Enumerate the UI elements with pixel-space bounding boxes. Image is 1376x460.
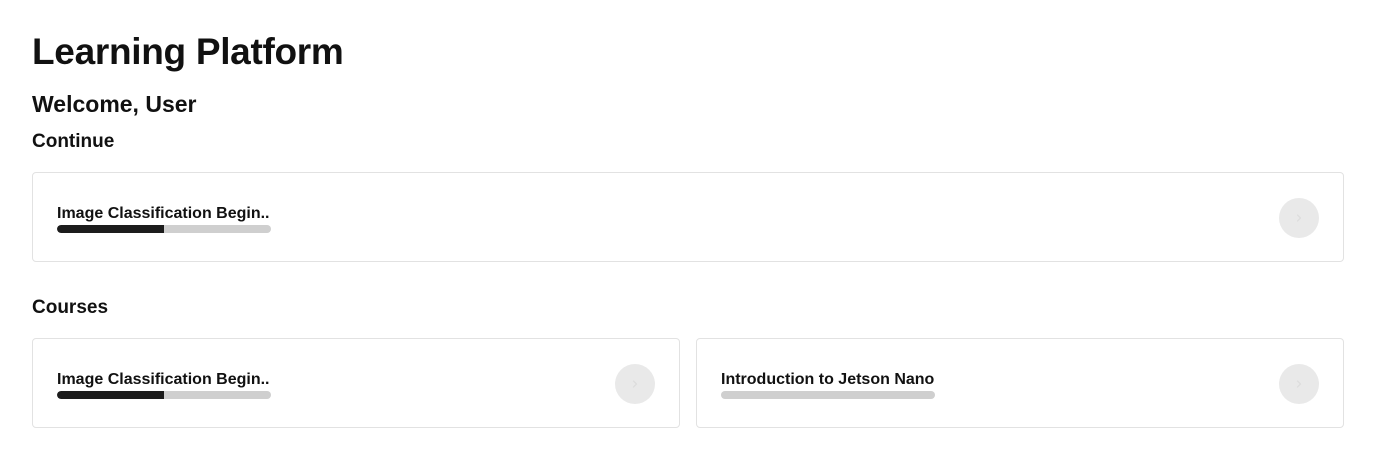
open-course-button[interactable] [615,364,655,404]
app-title: Learning Platform [32,31,344,72]
welcome-heading: Welcome, User [32,91,197,117]
courses-section-title: Courses [32,297,109,318]
course-title: Image Classification Begin.. [57,205,270,222]
course-card[interactable]: Introduction to Jetson Nano [696,338,1344,428]
course-progress-bar [57,391,271,399]
course-card[interactable]: Image Classification Begin.. [32,338,680,428]
continue-course-card[interactable]: Image Classification Begin.. [32,172,1344,262]
chevron-right-icon [1296,380,1302,388]
chevron-right-icon [632,380,638,388]
dashboard-page: Learning Platform Welcome, User Continue… [0,0,1376,460]
continue-section-title: Continue [32,131,115,152]
open-course-button[interactable] [1279,364,1319,404]
course-title: Introduction to Jetson Nano [721,371,935,388]
course-progress-bar [57,225,271,233]
chevron-right-icon [1296,214,1302,222]
course-progress-fill [57,391,164,399]
course-title: Image Classification Begin.. [57,371,270,388]
course-progress-bar [721,391,935,399]
course-progress-fill [57,225,164,233]
open-course-button[interactable] [1279,198,1319,238]
